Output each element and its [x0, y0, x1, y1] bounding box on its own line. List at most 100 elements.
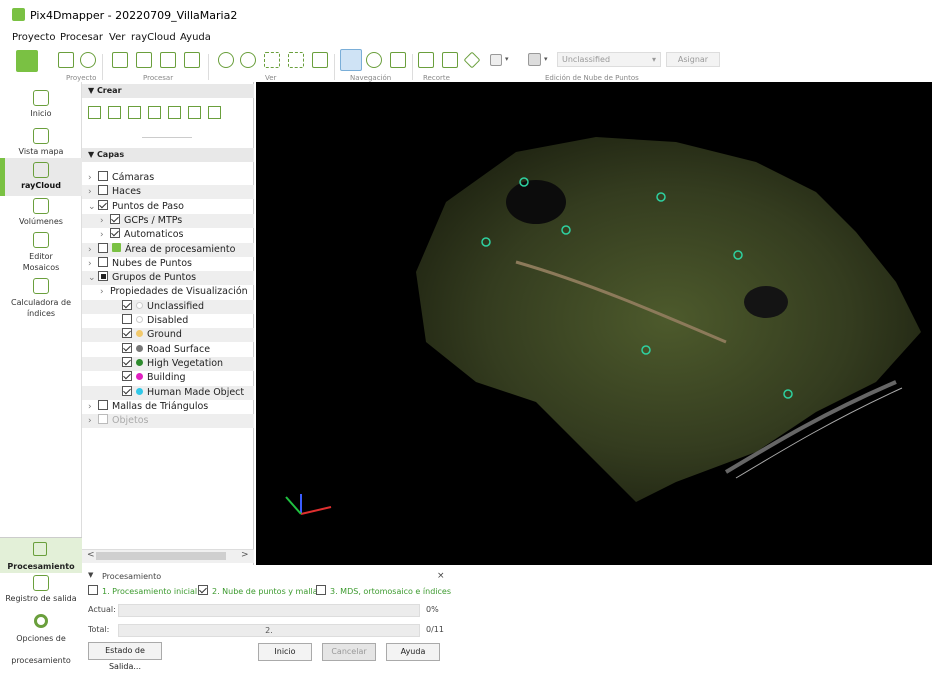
- layer-row[interactable]: › Mallas de Triángulos: [82, 399, 254, 414]
- layer-checkbox[interactable]: [98, 171, 108, 181]
- layer-checkbox[interactable]: [110, 213, 120, 224]
- scroll-thumb[interactable]: [96, 552, 226, 560]
- expand-right-icon[interactable]: ›: [88, 414, 98, 428]
- create-object-icon[interactable]: [148, 106, 161, 119]
- nav-raycloud[interactable]: rayCloud: [0, 158, 82, 196]
- step-2-checkbox[interactable]: [198, 585, 208, 595]
- class-select[interactable]: Unclassified ▾: [557, 52, 661, 67]
- raycloud-3d-viewport[interactable]: [256, 82, 932, 565]
- process-save-icon[interactable]: [160, 52, 176, 68]
- layer-checkbox[interactable]: [98, 199, 108, 210]
- layer-row[interactable]: › Propiedades de Visualización: [82, 285, 254, 299]
- layer-row[interactable]: High Vegetation: [82, 356, 254, 371]
- view-tree-icon[interactable]: [312, 52, 328, 68]
- expand-right-icon[interactable]: ›: [88, 400, 98, 414]
- ayuda-button[interactable]: Ayuda: [386, 643, 440, 661]
- layer-row[interactable]: Building: [82, 371, 254, 385]
- create-surface-icon[interactable]: [208, 106, 221, 119]
- navigation-orbit-icon[interactable]: [366, 52, 382, 68]
- create-group-icon[interactable]: [168, 106, 181, 119]
- layer-row[interactable]: › Nubes de Puntos: [82, 256, 254, 271]
- layer-row[interactable]: › Cámaras: [82, 171, 254, 185]
- panel-collapse-icon[interactable]: ▼: [88, 571, 93, 579]
- create-axis-icon[interactable]: [128, 106, 141, 119]
- layer-row[interactable]: Road Surface: [82, 342, 254, 357]
- step-3-checkbox[interactable]: [316, 585, 326, 595]
- layer-row[interactable]: › GCPs / MTPs: [82, 213, 254, 228]
- layer-checkbox[interactable]: [122, 371, 132, 382]
- expand-right-icon[interactable]: ›: [88, 185, 98, 199]
- layer-row[interactable]: ⌄ Grupos de Puntos: [82, 271, 254, 286]
- estado-salida-button[interactable]: Estado de Salida...: [88, 642, 162, 671]
- inicio-button[interactable]: Inicio: [258, 643, 312, 661]
- nav-vista-mapa[interactable]: Vista mapa: [0, 128, 82, 156]
- expand-down-icon[interactable]: ⌄: [88, 200, 98, 214]
- class-color-swatch-icon[interactable]: [528, 53, 541, 66]
- expand-right-icon[interactable]: ›: [88, 243, 98, 257]
- nav-opciones-procesamiento[interactable]: Opciones de procesamiento: [0, 614, 82, 672]
- edit-mode-dropdown-icon[interactable]: ▾: [505, 55, 513, 63]
- cancelar-button[interactable]: Cancelar: [322, 643, 376, 661]
- point-cloud-view[interactable]: [256, 82, 932, 565]
- zoom-out-icon[interactable]: [240, 52, 256, 68]
- capas-header[interactable]: ▼ Capas: [82, 148, 254, 162]
- layer-checkbox[interactable]: [98, 271, 108, 282]
- layer-row[interactable]: Disabled: [82, 314, 254, 328]
- assign-button[interactable]: Asignar: [666, 52, 720, 67]
- layer-row[interactable]: Human Made Object: [82, 385, 254, 400]
- scroll-right-icon[interactable]: >: [241, 550, 249, 560]
- zoom-in-icon[interactable]: [218, 52, 234, 68]
- process-export-icon[interactable]: [184, 52, 200, 68]
- expand-right-icon[interactable]: ›: [88, 171, 98, 185]
- layer-checkbox[interactable]: [122, 328, 132, 339]
- layer-row[interactable]: › Área de procesamiento: [82, 242, 254, 257]
- clip-box-edit-icon[interactable]: [442, 52, 458, 68]
- crosshair-icon[interactable]: [80, 52, 96, 68]
- navigation-fly-icon[interactable]: [390, 52, 406, 68]
- nav-procesamiento[interactable]: Procesamiento: [0, 537, 82, 573]
- menu-proyecto[interactable]: Proyecto: [12, 32, 55, 43]
- zoom-extent-icon[interactable]: [264, 52, 280, 68]
- expand-right-icon[interactable]: ›: [100, 285, 110, 299]
- step-2[interactable]: 2. Nube de puntos y malla: [198, 585, 318, 596]
- menu-ver[interactable]: Ver: [109, 32, 125, 43]
- navigation-trackball-icon[interactable]: [340, 49, 362, 71]
- expand-right-icon[interactable]: ›: [88, 257, 98, 271]
- layer-row[interactable]: Unclassified: [82, 299, 254, 314]
- nav-calculadora[interactable]: Calculadora de índices: [0, 278, 82, 319]
- layer-checkbox[interactable]: [98, 399, 108, 410]
- layer-row[interactable]: › Objetos: [82, 414, 254, 429]
- close-icon[interactable]: ×: [437, 571, 445, 581]
- nav-volumenes[interactable]: Volúmenes: [0, 198, 82, 226]
- zoom-fit-icon[interactable]: [288, 52, 304, 68]
- expand-right-icon[interactable]: ›: [100, 214, 110, 228]
- create-volume-icon[interactable]: [88, 106, 101, 119]
- layer-row[interactable]: › Haces: [82, 185, 254, 200]
- splitter-handle[interactable]: [142, 137, 192, 138]
- layer-checkbox[interactable]: [98, 242, 108, 253]
- create-flythrough-icon[interactable]: [188, 106, 201, 119]
- create-polyline-icon[interactable]: [108, 106, 121, 119]
- menu-raycloud[interactable]: rayCloud: [131, 32, 176, 43]
- nav-editor-mosaicos[interactable]: Editor Mosaicos: [0, 232, 82, 273]
- layer-checkbox[interactable]: [110, 228, 120, 239]
- step-3[interactable]: 3. MDS, ortomosaico e índices: [316, 585, 451, 596]
- project-icon[interactable]: [58, 52, 74, 68]
- crear-header[interactable]: ▼ Crear: [82, 84, 254, 98]
- clip-box-icon[interactable]: [418, 52, 434, 68]
- layer-row[interactable]: › Automaticos: [82, 228, 254, 242]
- step-1-checkbox[interactable]: [88, 585, 98, 595]
- scroll-left-icon[interactable]: <: [87, 550, 95, 560]
- class-color-dropdown-icon[interactable]: ▾: [544, 55, 552, 63]
- horizontal-scrollbar[interactable]: < >: [82, 549, 254, 563]
- edit-mode-icon[interactable]: [490, 54, 502, 66]
- layer-row[interactable]: ⌄ Puntos de Paso: [82, 199, 254, 214]
- layer-row[interactable]: Ground: [82, 328, 254, 343]
- expand-down-icon[interactable]: ⌄: [88, 271, 98, 285]
- layer-checkbox[interactable]: [122, 299, 132, 310]
- step-1[interactable]: 1. Procesamiento inicial: [88, 585, 197, 596]
- layer-checkbox[interactable]: [122, 342, 132, 353]
- layer-checkbox[interactable]: [98, 256, 108, 267]
- menu-procesar[interactable]: Procesar: [60, 32, 103, 43]
- layer-checkbox[interactable]: [122, 385, 132, 396]
